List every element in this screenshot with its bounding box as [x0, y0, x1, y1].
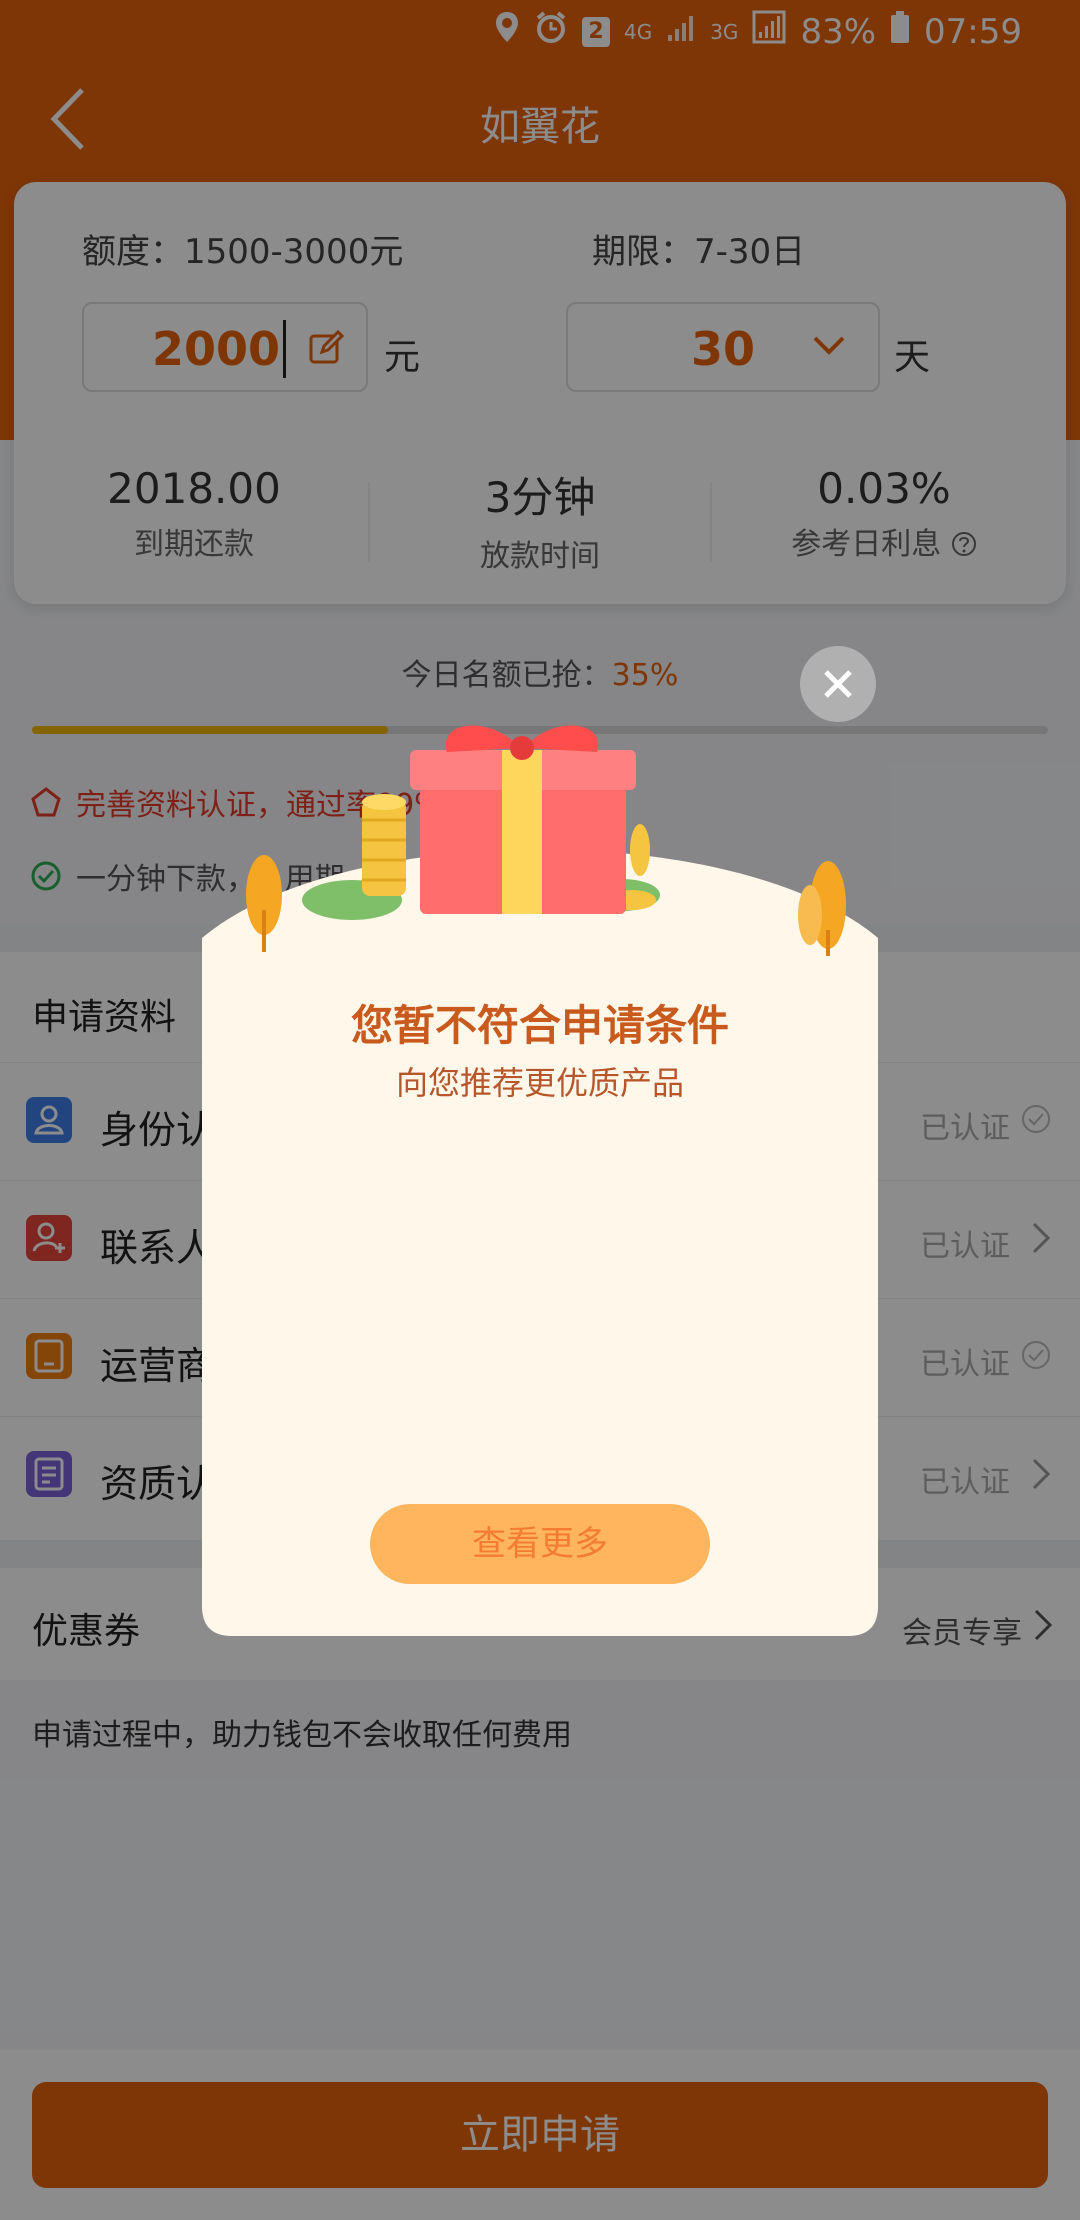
view-more-button[interactable]: 查看更多	[370, 1504, 710, 1584]
modal-title: 您暂不符合申请条件	[350, 1001, 729, 1050]
ineligible-modal: 您暂不符合申请条件 向您推荐更优质产品 查看更多	[202, 0, 878, 1636]
gift-box-illustration	[246, 725, 846, 956]
modal-subtitle: 向您推荐更优质产品	[395, 1064, 684, 1102]
